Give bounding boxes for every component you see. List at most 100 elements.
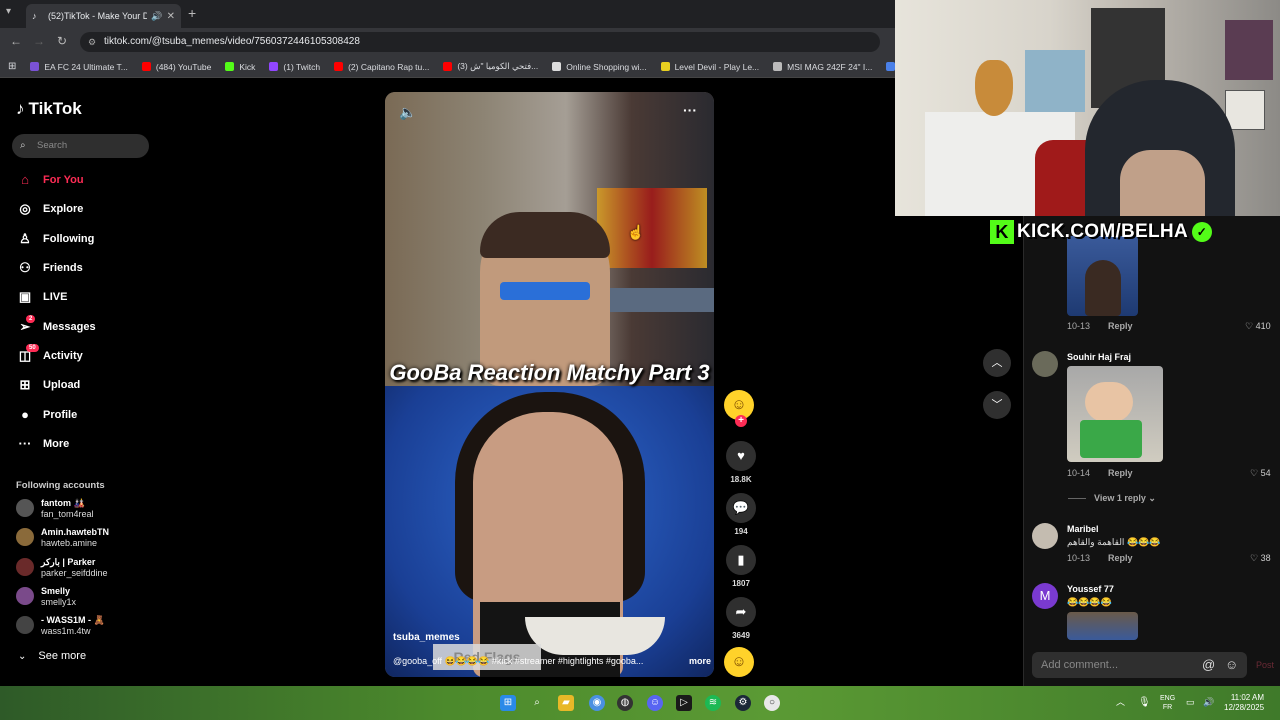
like-button[interactable]: ♥ 18.8K xyxy=(724,441,758,484)
bookmark-item[interactable]: Level Devil - Play Le... xyxy=(660,62,759,72)
heart-outline-icon: ♡ xyxy=(1250,468,1259,478)
follow-plus-button[interactable]: + xyxy=(735,415,747,427)
bookmark-item[interactable]: (2) Capitano Rap tu... xyxy=(334,62,429,72)
chevron-up-icon[interactable]: ︿ xyxy=(1116,695,1125,708)
forward-icon[interactable]: → xyxy=(33,34,45,48)
add-comment-placeholder: Add comment... xyxy=(1041,659,1119,671)
see-more-label: See more xyxy=(38,650,87,662)
reload-icon[interactable]: ↻ xyxy=(57,34,67,48)
emoji-icon[interactable]: ☺ xyxy=(1225,652,1238,678)
terminal-icon[interactable]: ▷ xyxy=(676,695,692,711)
comment-image-child-face xyxy=(1085,382,1133,422)
language-indicator[interactable]: ENG FR xyxy=(1160,694,1175,712)
chevron-up-icon: ︿ xyxy=(991,357,1003,369)
previous-video-button[interactable]: ︿ xyxy=(983,349,1011,377)
post-button[interactable]: Post xyxy=(1256,660,1274,670)
spotify-icon[interactable]: ≋ xyxy=(705,695,721,711)
kick-channel-overlay: K KICK.COM/BELHA ✓ xyxy=(990,217,1212,247)
bookmark-item[interactable]: EA FC 24 Ultimate T... xyxy=(30,62,128,72)
sidebar-item-more[interactable]: ··· More xyxy=(16,436,70,451)
comment-likes[interactable]: ♡ 54 xyxy=(1250,468,1271,479)
comment-date: 10-14 xyxy=(1067,468,1091,478)
sidebar-item-for-you[interactable]: ⌂ For You xyxy=(16,172,83,187)
avatar[interactable] xyxy=(1032,351,1058,377)
avatar[interactable]: M xyxy=(1032,583,1058,609)
add-comment-input[interactable]: Add comment... @ ☺ xyxy=(1032,652,1247,678)
sidebar-item-activity[interactable]: ◫ 50 Activity xyxy=(16,344,83,364)
sidebar-item-live[interactable]: ▣ LIVE xyxy=(16,289,68,305)
following-account[interactable]: fantom 🎎 fan_tom4real xyxy=(16,498,94,519)
video-player[interactable]: GooBa Reaction Matchy Part 3 🔈 ··· tsuba… xyxy=(385,92,714,677)
view-replies-button[interactable]: View 1 reply ⌄ xyxy=(1068,493,1156,504)
following-account[interactable]: Amin.hawtebTN hawteb.amine xyxy=(16,527,109,548)
profile-icon: ● xyxy=(21,407,29,422)
network-icon[interactable]: ▭ xyxy=(1186,697,1195,708)
new-tab-button[interactable]: + xyxy=(188,5,196,21)
tab-close-button[interactable]: ✕ xyxy=(167,11,175,22)
share-icon: ➦ xyxy=(726,597,756,627)
bookmark-item[interactable]: (1) Twitch xyxy=(269,62,320,72)
comment-button[interactable]: 💬 194 xyxy=(724,493,758,536)
comment-author[interactable]: Souhir Haj Fraj xyxy=(1067,352,1131,362)
bookmark-item[interactable]: Leading Digital xyxy=(886,62,895,72)
app-icon[interactable]: ○ xyxy=(764,695,780,711)
following-account[interactable]: بارکر | Parker parker_seifddine xyxy=(16,557,108,578)
comment-author[interactable]: Maribel xyxy=(1067,524,1099,534)
more-link[interactable]: more xyxy=(689,656,711,667)
comment-author[interactable]: Youssef 77 xyxy=(1067,584,1114,594)
tab-audio-icon[interactable]: 🔊 xyxy=(151,11,162,22)
back-icon[interactable]: ← xyxy=(10,34,22,48)
steam-icon[interactable]: ⚙ xyxy=(735,695,751,711)
bookmark-item[interactable]: Kick xyxy=(225,62,255,72)
address-row: ← → ↻ ⚙ tiktok.com/@tsuba_memes/video/75… xyxy=(0,28,895,56)
reply-button[interactable]: Reply xyxy=(1108,321,1133,331)
more-options-icon[interactable]: ··· xyxy=(683,102,697,118)
following-account[interactable]: Smelly smelly1x xyxy=(16,586,76,607)
site-info-icon[interactable]: ⚙ xyxy=(88,32,96,52)
url-text: tiktok.com/@tsuba_memes/video/7560372446… xyxy=(104,36,360,47)
see-more-button[interactable]: ⌄ See more xyxy=(18,650,86,662)
share-button[interactable]: ➦ 3649 xyxy=(724,597,758,640)
apps-icon[interactable]: ⊞ xyxy=(8,61,16,72)
save-button[interactable]: ▮ 1807 xyxy=(724,545,758,588)
search-input[interactable]: ⌕ Search xyxy=(12,134,149,158)
bookmark-item[interactable]: Online Shopping wi... xyxy=(552,62,647,72)
video-author[interactable]: tsuba_memes xyxy=(393,632,460,643)
microphone-icon[interactable]: 🎙 xyxy=(1138,697,1151,708)
sidebar-item-explore[interactable]: ◎ Explore xyxy=(16,201,83,217)
bookmark-item[interactable]: (484) YouTube xyxy=(141,62,211,72)
search-icon[interactable]: ⌕ xyxy=(529,695,545,711)
following-account[interactable]: - WASS1M - 🧸 wass1m.4tw xyxy=(16,615,105,636)
bookmark-item[interactable]: (3) فتحي الكوميا "ش... xyxy=(443,61,538,72)
volume-icon[interactable]: 🔈 xyxy=(399,104,416,121)
browser-tab[interactable]: ♪ (52)TikTok - Make Your Day 🔊 ✕ xyxy=(26,4,181,28)
reply-button[interactable]: Reply xyxy=(1108,468,1133,478)
sidebar-item-profile[interactable]: ● Profile xyxy=(16,407,77,422)
comment-likes[interactable]: ♡ 38 xyxy=(1250,553,1271,564)
chrome-icon[interactable]: ◉ xyxy=(589,695,605,711)
discord-icon[interactable]: ☺ xyxy=(647,695,663,711)
next-video-button[interactable]: ﹀ xyxy=(983,391,1011,419)
bookmark-item[interactable]: MSI MAG 242F 24" I... xyxy=(773,62,872,72)
start-icon[interactable]: ⊞ xyxy=(500,695,516,711)
language-bottom: FR xyxy=(1162,704,1173,711)
file-explorer-icon[interactable]: ▰ xyxy=(558,695,574,711)
sidebar-item-following[interactable]: ♙ Following xyxy=(16,231,94,247)
comment-likes[interactable]: ♡ 410 xyxy=(1245,321,1271,332)
app-icon[interactable]: ◍ xyxy=(617,695,633,711)
volume-icon[interactable]: 🔊 xyxy=(1203,697,1214,708)
tab-list-icon[interactable]: ▾ xyxy=(6,6,11,17)
clock[interactable]: 11:02 AM 12/28/2025 xyxy=(1224,693,1264,713)
music-disc[interactable]: ☺ xyxy=(724,647,758,677)
search-icon: ⌕ xyxy=(20,140,26,151)
comment-image[interactable] xyxy=(1067,612,1138,640)
mention-icon[interactable]: @ xyxy=(1202,652,1215,678)
tiktok-logo[interactable]: ♪ TikTok xyxy=(16,99,82,119)
address-bar[interactable]: ⚙ tiktok.com/@tsuba_memes/video/75603724… xyxy=(80,32,880,52)
reply-button[interactable]: Reply xyxy=(1108,553,1133,563)
sidebar-item-upload[interactable]: ⊞ Upload xyxy=(16,377,81,393)
sidebar-item-friends[interactable]: ⚇ Friends xyxy=(16,260,83,276)
following-icon: ♙ xyxy=(19,231,31,246)
sidebar-item-messages[interactable]: ➢ 2 Messages xyxy=(16,315,96,335)
avatar[interactable] xyxy=(1032,523,1058,549)
